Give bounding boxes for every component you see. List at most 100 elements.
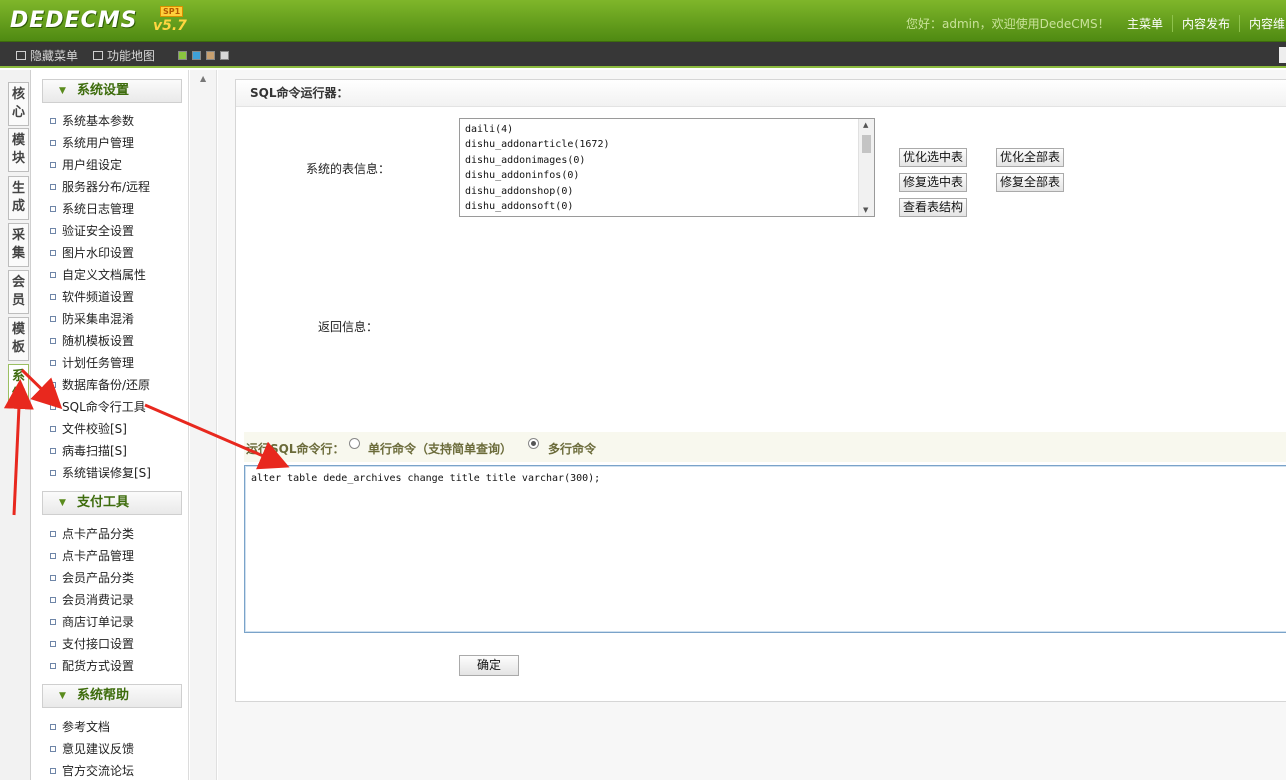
list-item[interactable]: dishu_addonarticle(1672) (460, 137, 874, 152)
skin-swatch-brown[interactable] (206, 51, 215, 60)
menu-item[interactable]: 病毒扫描[S] (50, 442, 127, 459)
sql-textarea[interactable]: alter table dede_archives change title t… (244, 465, 1286, 633)
tab-collect[interactable]: 采集 (8, 223, 29, 267)
multi-mode-radio[interactable] (528, 438, 539, 449)
menu-item-label: 图片水印设置 (62, 246, 135, 260)
menu-item[interactable]: 点卡产品分类 (50, 525, 134, 542)
function-map-button[interactable]: 功能地图 (93, 47, 155, 64)
table-listbox[interactable]: daili(4) dishu_addonarticle(1672) dishu_… (459, 118, 875, 217)
skin-swatch-gray[interactable] (220, 51, 229, 60)
bullet-icon (50, 403, 56, 410)
tab-core[interactable]: 核心 (8, 82, 29, 126)
tab-generate[interactable]: 生成 (8, 176, 29, 220)
multi-mode-label[interactable]: 多行命令 (548, 440, 596, 457)
menu-item-label: 软件频道设置 (62, 290, 135, 304)
menu-item-label: 数据库备份/还原 (62, 378, 151, 392)
scroll-thumb[interactable] (862, 135, 871, 153)
menu-scroll-gutter[interactable]: ▲ (190, 70, 217, 780)
menu-item[interactable]: 用户组设定 (50, 156, 122, 173)
list-item[interactable]: dishu_addonshop(0) (460, 184, 874, 199)
menu-item[interactable]: 商店订单记录 (50, 613, 134, 630)
nav-content-publish[interactable]: 内容发布 (1172, 15, 1239, 32)
menu-item-sql-tool[interactable]: SQL命令行工具 (50, 398, 146, 415)
menu-section-payment-tools[interactable]: ▼ 支付工具 (42, 491, 182, 515)
skin-swatch-blue[interactable] (192, 51, 201, 60)
toolbar-edge-handle[interactable] (1279, 47, 1286, 63)
nav-main-menu[interactable]: 主菜单 (1118, 15, 1172, 32)
menu-item[interactable]: 参考文档 (50, 718, 110, 735)
panel-title: SQL命令运行器： (236, 80, 1286, 107)
top-header: DEDECMS v5.7 SP1 您好：admin，欢迎使用DedeCMS！ 主… (0, 0, 1286, 42)
menu-item[interactable]: 图片水印设置 (50, 244, 134, 261)
menu-item-label: 用户组设定 (62, 158, 123, 172)
repair-selected-button[interactable]: 修复选中表 (899, 173, 968, 192)
scroll-up-icon[interactable]: ▲ (863, 121, 868, 129)
repair-all-button[interactable]: 修复全部表 (996, 173, 1065, 192)
tab-member-label: 会员 (11, 275, 25, 308)
menu-item[interactable]: 系统用户管理 (50, 134, 134, 151)
menu-item-label: 系统日志管理 (62, 202, 135, 216)
optimize-selected-button[interactable]: 优化选中表 (899, 148, 968, 167)
list-item[interactable]: dishu_addoninfos(0) (460, 168, 874, 183)
menu-item[interactable]: 自定义文档属性 (50, 266, 146, 283)
bullet-icon (50, 117, 56, 124)
scroll-down-icon[interactable]: ▼ (863, 206, 868, 214)
menu-item[interactable]: 服务器分布/远程 (50, 178, 150, 195)
command-mode-bar: 运行SQL命令行： 单行命令（支持简单查询） 多行命令 (244, 432, 1286, 462)
menu-item-label: 支付接口设置 (62, 637, 135, 651)
list-item[interactable]: dishu_addonimages(0) (460, 153, 874, 168)
menu-item[interactable]: 软件频道设置 (50, 288, 134, 305)
tab-template[interactable]: 模板 (8, 317, 29, 361)
skin-swatch-green[interactable] (178, 51, 187, 60)
menu-item[interactable]: 计划任务管理 (50, 354, 134, 371)
section-title: 系统设置 (77, 83, 130, 98)
bullet-icon (50, 552, 56, 559)
menu-item[interactable]: 系统基本参数 (50, 112, 134, 129)
optimize-all-button[interactable]: 优化全部表 (996, 148, 1065, 167)
menu-item-label: 会员消费记录 (62, 593, 135, 607)
menu-item-label: 验证安全设置 (62, 224, 135, 238)
menu-item[interactable]: 配货方式设置 (50, 657, 134, 674)
menu-item[interactable]: 官方交流论坛 (50, 762, 134, 779)
menu-section-system-help[interactable]: ▼ 系统帮助 (42, 684, 182, 708)
list-item[interactable]: daili(4) (460, 122, 874, 137)
menu-item[interactable]: 验证安全设置 (50, 222, 134, 239)
menu-item-label: 点卡产品分类 (62, 527, 135, 541)
menu-item[interactable]: 点卡产品管理 (50, 547, 134, 564)
menu-item[interactable]: 支付接口设置 (50, 635, 134, 652)
menu-item[interactable]: 文件校验[S] (50, 420, 127, 437)
menu-item[interactable]: 会员产品分类 (50, 569, 134, 586)
submit-button[interactable]: 确定 (459, 655, 519, 676)
menu-item-label: 防采集串混淆 (62, 312, 135, 326)
dedecms-logo[interactable]: DEDECMS (10, 8, 137, 33)
tab-member[interactable]: 会员 (8, 270, 29, 314)
menu-item[interactable]: 会员消费记录 (50, 591, 134, 608)
menu-item[interactable]: 数据库备份/还原 (50, 376, 150, 393)
tab-system-label: 系统 (11, 369, 25, 402)
view-structure-button[interactable]: 查看表结构 (899, 198, 968, 217)
bullet-icon (50, 447, 56, 454)
grid-icon (93, 51, 103, 60)
bullet-icon (50, 745, 56, 752)
menu-section-system-settings[interactable]: ▼ 系统设置 (42, 79, 182, 103)
tab-module[interactable]: 模块 (8, 128, 29, 172)
single-mode-radio[interactable] (349, 438, 360, 449)
menu-item[interactable]: 系统日志管理 (50, 200, 134, 217)
menu-item[interactable]: 防采集串混淆 (50, 310, 134, 327)
hide-menu-button[interactable]: 隐藏菜单 (16, 47, 78, 64)
menu-item[interactable]: 系统错误修复[S] (50, 464, 151, 481)
menu-item-label: 会员产品分类 (62, 571, 135, 585)
list-item[interactable]: dishu_addonsoft(0) (460, 199, 874, 214)
menu-item-label: 商店订单记录 (62, 615, 135, 629)
tab-system[interactable]: 系统 (8, 364, 29, 408)
menu-item-label: 官方交流论坛 (62, 764, 135, 778)
scroll-up-icon[interactable]: ▲ (200, 74, 206, 83)
menu-item[interactable]: 意见建议反馈 (50, 740, 134, 757)
version-label: v5.7 (153, 18, 187, 34)
nav-content-maintain[interactable]: 内容维 (1239, 15, 1286, 32)
menu-item[interactable]: 随机模板设置 (50, 332, 134, 349)
menu-item-label: 计划任务管理 (62, 356, 135, 370)
listbox-scrollbar[interactable]: ▲ ▼ (858, 119, 874, 216)
single-mode-label[interactable]: 单行命令（支持简单查询） (368, 440, 512, 457)
module-tabs: 核心 模块 生成 采集 会员 模板 系统 (0, 70, 31, 780)
